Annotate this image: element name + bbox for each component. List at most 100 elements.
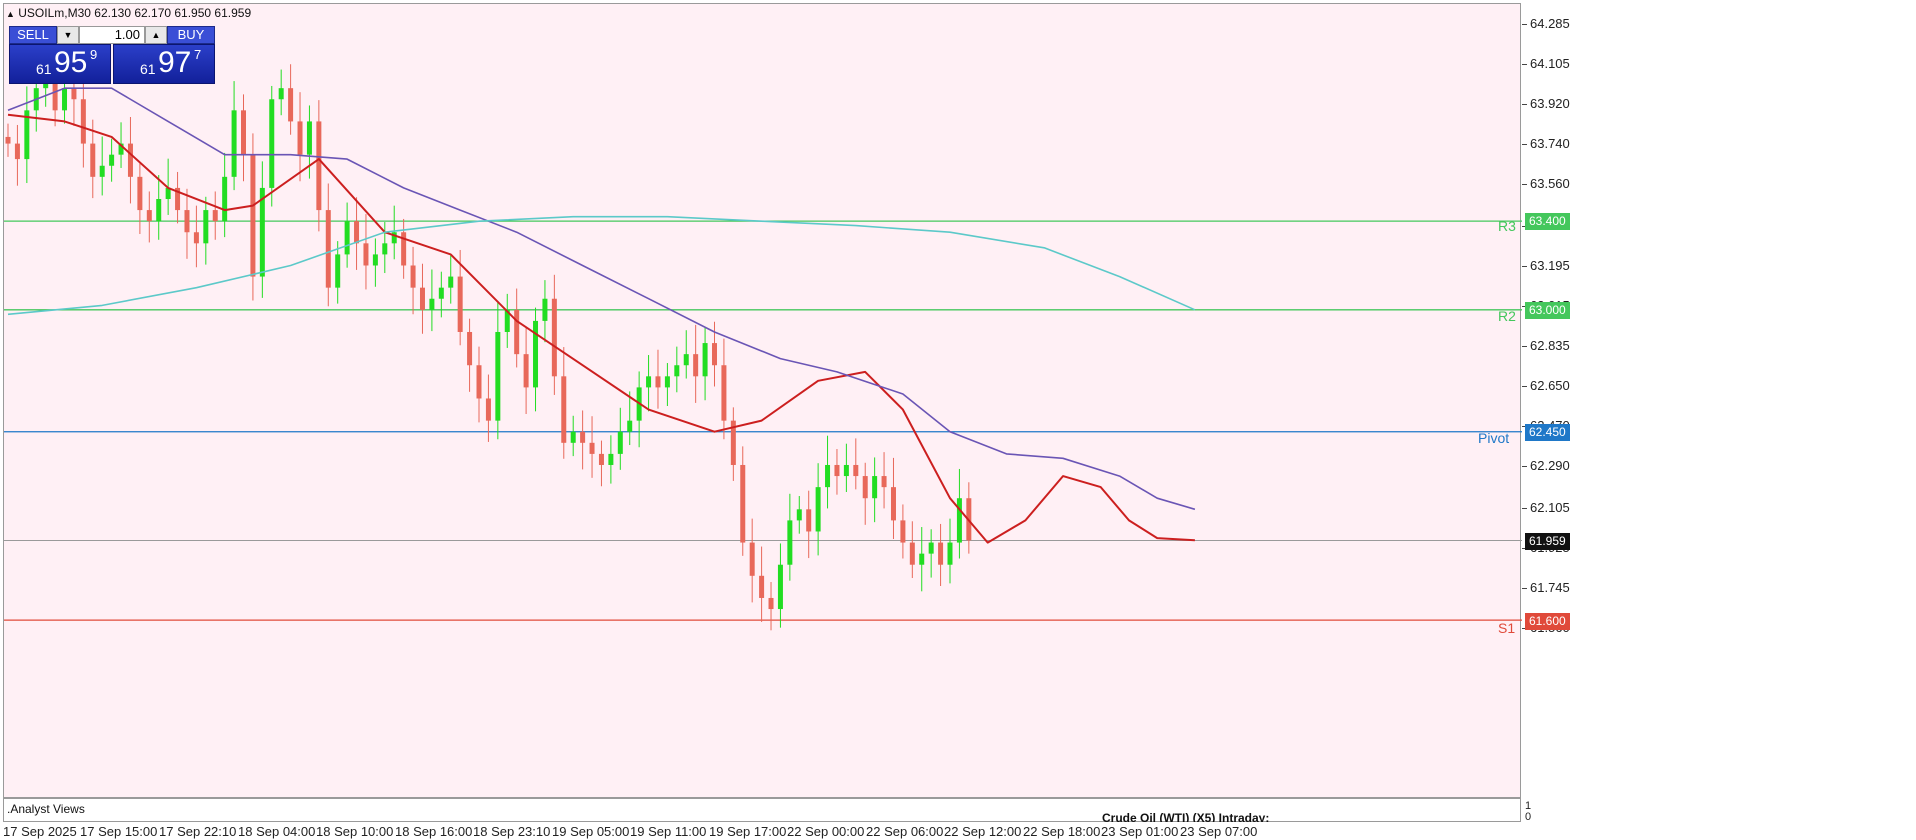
price-tick: 62.835 <box>1530 338 1570 353</box>
bear-candle <box>551 298 557 377</box>
bear-candle <box>485 398 491 421</box>
pivot-price-tag: 62.450 <box>1525 424 1570 441</box>
buy-button[interactable]: BUY <box>167 26 215 44</box>
buy-price-box[interactable]: 61 97 7 <box>113 44 215 84</box>
bull-candle <box>278 88 284 100</box>
bear-candle <box>316 121 322 211</box>
bear-candle <box>419 287 425 310</box>
bear-candle <box>14 143 20 160</box>
bear-candle <box>938 542 944 565</box>
time-axis[interactable]: 17 Sep 2025 17 Sep 15:00 17 Sep 22:10 18… <box>0 822 1916 840</box>
bear-candle <box>561 376 567 443</box>
bear-candle <box>514 309 520 355</box>
bull-candle <box>222 176 228 222</box>
triangle-icon: ▲ <box>6 9 15 19</box>
time-tick: 17 Sep 2025 <box>3 824 77 839</box>
bull-candle <box>344 221 350 255</box>
bull-candle <box>203 210 209 244</box>
bear-candle <box>467 331 473 366</box>
bear-candle <box>80 99 86 144</box>
bear-candle <box>862 476 868 499</box>
bull-candle <box>796 509 802 521</box>
bull-candle <box>438 287 444 299</box>
bear-candle <box>363 243 369 266</box>
bull-candle <box>372 254 378 266</box>
price-tick: 63.920 <box>1530 96 1570 111</box>
time-tick: 22 Sep 00:00 <box>787 824 865 839</box>
buy-price-main: 97 <box>158 46 192 79</box>
bear-candle <box>476 365 482 399</box>
bear-candle <box>71 88 77 100</box>
bear-candle <box>655 376 661 388</box>
bear-candle <box>523 354 529 388</box>
ohlc-readout: 62.130 62.170 61.950 61.959 <box>94 6 252 20</box>
bull-candle <box>627 420 633 432</box>
bull-candle <box>956 498 962 543</box>
bull-candle <box>429 298 435 310</box>
bull-candle <box>382 243 388 255</box>
price-tick: 61.745 <box>1530 580 1570 595</box>
bear-candle <box>881 476 887 488</box>
time-tick: 18 Sep 23:10 <box>473 824 551 839</box>
subwindow-label: .Analyst Views <box>7 802 85 816</box>
bull-candle <box>928 542 934 554</box>
bear-candle <box>127 143 133 177</box>
bear-candle <box>589 442 595 454</box>
bear-candle <box>712 343 717 366</box>
bear-candle <box>137 176 143 211</box>
bull-candle <box>156 198 162 222</box>
bull-candle <box>617 431 623 454</box>
bear-candle <box>193 232 199 244</box>
bull-candle <box>664 376 670 388</box>
chart-header: ▲ USOILm,M30 62.130 62.170 61.950 61.959 <box>6 6 251 20</box>
bear-candle <box>457 276 463 332</box>
time-tick: 22 Sep 12:00 <box>944 824 1022 839</box>
lot-decrease-button[interactable]: ▼ <box>57 26 79 44</box>
pivot-label: Pivot <box>1478 430 1510 446</box>
s1-price-tag: 61.600 <box>1525 613 1570 630</box>
bull-candle <box>825 464 831 488</box>
time-tick: 23 Sep 01:00 <box>1101 824 1179 839</box>
bear-candle <box>721 365 727 421</box>
time-tick: 17 Sep 15:00 <box>80 824 158 839</box>
bull-candle <box>570 431 576 443</box>
time-tick: 19 Sep 05:00 <box>552 824 630 839</box>
chart-area[interactable]: ▲ USOILm,M30 62.130 62.170 61.950 61.959… <box>3 3 1522 799</box>
indicator-subwindow[interactable]: .Analyst Views Crude Oil (WTI) (X5) Intr… <box>3 798 1521 825</box>
lot-size-input[interactable]: 1.00 <box>79 26 145 44</box>
bull-candle <box>448 276 454 288</box>
bull-candle <box>683 354 689 366</box>
bull-candle <box>777 564 783 610</box>
r3-label: R3 <box>1498 218 1516 234</box>
bull-candle <box>608 453 614 465</box>
bull-candle <box>843 464 849 477</box>
s1-label: S1 <box>1498 620 1516 636</box>
time-tick: 23 Sep 07:00 <box>1180 824 1258 839</box>
r2-price-tag: 63.000 <box>1525 302 1570 319</box>
bull-candle <box>702 343 708 377</box>
bear-candle <box>410 265 416 288</box>
bull-candle <box>947 542 953 565</box>
price-axis[interactable]: 64.285 64.105 63.920 63.740 63.560 63.37… <box>1522 0 1916 823</box>
bull-candle <box>787 520 793 565</box>
bear-candle <box>241 110 246 155</box>
lot-increase-button[interactable]: ▲ <box>145 26 167 44</box>
sell-price-prefix: 61 <box>36 61 52 77</box>
bear-candle <box>5 136 11 144</box>
bull-candle <box>646 376 652 388</box>
price-chart[interactable] <box>4 4 1522 799</box>
bull-candle <box>269 99 275 188</box>
current-price-tag: 61.959 <box>1525 533 1570 550</box>
time-tick: 18 Sep 10:00 <box>316 824 394 839</box>
price-tick: 64.105 <box>1530 56 1570 71</box>
buy-price-prefix: 61 <box>140 61 156 77</box>
sell-price-box[interactable]: 61 95 9 <box>9 44 111 84</box>
bear-candle <box>740 464 746 543</box>
bear-candle <box>580 431 586 443</box>
time-tick: 18 Sep 04:00 <box>238 824 316 839</box>
bull-candle <box>533 320 539 388</box>
bear-candle <box>759 575 765 598</box>
sell-button[interactable]: SELL <box>9 26 57 44</box>
bear-candle <box>184 210 190 233</box>
bull-candle <box>542 298 548 321</box>
